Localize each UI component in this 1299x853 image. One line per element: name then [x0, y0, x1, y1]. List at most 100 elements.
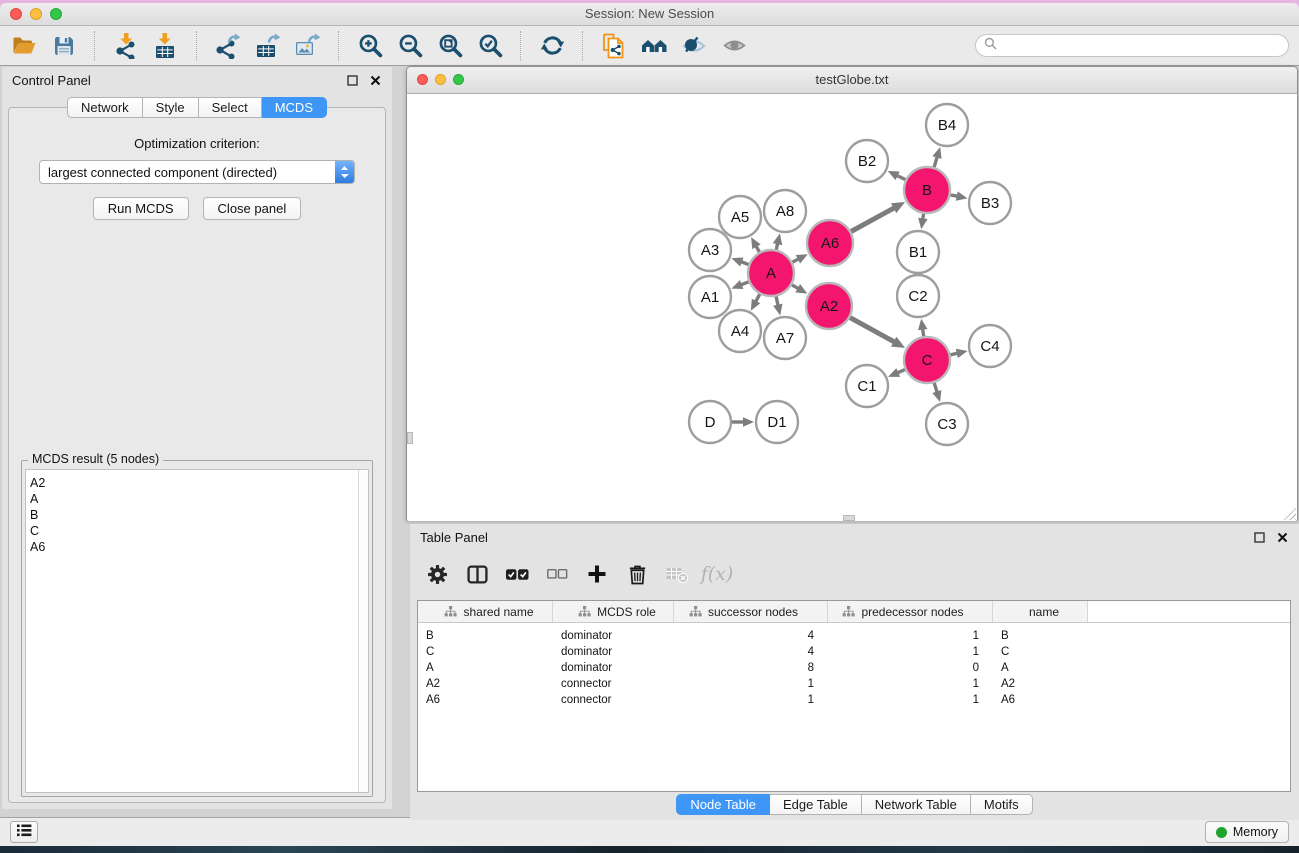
- column-label: shared name: [463, 605, 533, 619]
- table-cell: dominator: [553, 644, 674, 660]
- run-mcds-button[interactable]: Run MCDS: [93, 197, 189, 220]
- graph-edge-B-B2[interactable]: [897, 175, 906, 179]
- table-row[interactable]: Adominator80A: [418, 660, 1290, 676]
- network-window-title: testGlobe.txt: [407, 72, 1297, 87]
- column-header-MCDS-role[interactable]: MCDS role: [553, 601, 674, 622]
- tab-mcds[interactable]: MCDS: [262, 97, 327, 118]
- close-table-panel-icon[interactable]: [1276, 531, 1289, 544]
- float-table-panel-icon[interactable]: [1253, 531, 1266, 544]
- mcds-result-list[interactable]: A2ABCA6: [25, 469, 369, 793]
- table-header-row: shared name MCDS rolesuccessor nodesprede…: [418, 601, 1290, 623]
- graph-edge-A-A2[interactable]: [792, 285, 799, 289]
- save-session-icon: [52, 34, 76, 58]
- table-options-button[interactable]: [422, 559, 452, 589]
- refresh-layout-button[interactable]: [534, 30, 570, 62]
- graph-edge-A-A3[interactable]: [741, 262, 749, 265]
- tab-network[interactable]: Network: [67, 97, 143, 118]
- column-header-name[interactable]: name: [993, 601, 1088, 622]
- graph-edge-A-A7[interactable]: [776, 297, 778, 306]
- select-all-columns-button[interactable]: [502, 559, 532, 589]
- graph-node-label: A8: [776, 203, 794, 220]
- network-window-title-bar[interactable]: testGlobe.txt: [407, 67, 1297, 94]
- graph-node-label: C2: [908, 288, 927, 305]
- graph-edge-C-C1[interactable]: [897, 370, 905, 373]
- export-image-button[interactable]: [290, 30, 326, 62]
- graph-edge-C-C3[interactable]: [934, 383, 937, 393]
- float-panel-icon[interactable]: [346, 74, 359, 87]
- result-list-scrollbar[interactable]: [358, 470, 368, 792]
- mcds-result-item[interactable]: C: [26, 523, 368, 539]
- window-title: Session: New Session: [0, 6, 1299, 21]
- mcds-result-item[interactable]: B: [26, 507, 368, 523]
- tab-edge-table[interactable]: Edge Table: [770, 794, 862, 815]
- table-cell: B: [418, 628, 553, 644]
- table-row[interactable]: Bdominator41B: [418, 628, 1290, 644]
- function-builder-icon: f(x): [701, 563, 734, 585]
- close-panel-button[interactable]: Close panel: [203, 197, 302, 220]
- import-table-button[interactable]: [148, 30, 184, 62]
- graph-node-label: C1: [857, 378, 876, 395]
- mcds-result-item[interactable]: A: [26, 491, 368, 507]
- import-network-button[interactable]: [108, 30, 144, 62]
- graph-edge-arrowhead: [932, 147, 941, 159]
- show-details-button[interactable]: [716, 30, 752, 62]
- graph-edge-B-B4[interactable]: [934, 157, 937, 168]
- graph-edge-A6-B[interactable]: [851, 208, 894, 232]
- unselect-all-columns-button[interactable]: [542, 559, 572, 589]
- open-file-button[interactable]: [6, 30, 42, 62]
- table-row[interactable]: A2connector11A2: [418, 676, 1290, 692]
- mcds-result-item[interactable]: A6: [26, 539, 368, 555]
- delete-columns-button[interactable]: [622, 559, 652, 589]
- graph-node-label: C: [922, 352, 933, 369]
- graph-edge-A2-C[interactable]: [850, 318, 895, 343]
- zoom-fit-button[interactable]: [432, 30, 468, 62]
- column-header-shared-name[interactable]: shared name: [418, 601, 553, 622]
- new-network-from-selection-icon: [601, 33, 627, 59]
- column-header-successor-nodes[interactable]: successor nodes: [674, 601, 828, 622]
- zoom-out-button[interactable]: [392, 30, 428, 62]
- tab-select[interactable]: Select: [199, 97, 262, 118]
- dropdown-stepper-icon: [335, 161, 354, 183]
- new-network-from-selection-button[interactable]: [596, 30, 632, 62]
- import-network-icon: [113, 33, 139, 59]
- network-canvas[interactable]: B4B2BB3A8A5A6B1A3AA1C2A2A4A7C4CC1C3DD1: [407, 94, 1297, 521]
- main-title-bar[interactable]: Session: New Session: [0, 3, 1299, 26]
- show-tasks-button[interactable]: [10, 821, 38, 843]
- main-toolbar: [0, 26, 1299, 66]
- column-header-predecessor-nodes[interactable]: predecessor nodes: [828, 601, 993, 622]
- graph-edge-C-C4[interactable]: [950, 353, 957, 355]
- table-row[interactable]: A6connector11A6: [418, 692, 1290, 708]
- graph-edge-A-A6[interactable]: [792, 259, 798, 262]
- close-panel-icon[interactable]: [369, 74, 382, 87]
- create-column-button[interactable]: [582, 559, 612, 589]
- first-neighbors-button[interactable]: [636, 30, 672, 62]
- zoom-in-button[interactable]: [352, 30, 388, 62]
- hide-details-button[interactable]: [676, 30, 712, 62]
- zoom-selected-button[interactable]: [472, 30, 508, 62]
- memory-button[interactable]: Memory: [1205, 821, 1289, 843]
- graph-edge-B-B3[interactable]: [951, 195, 958, 196]
- show-columns-button[interactable]: [462, 559, 492, 589]
- graph-edge-A-A5[interactable]: [756, 246, 759, 252]
- export-table-button[interactable]: [250, 30, 286, 62]
- optimization-criterion-select[interactable]: largest connected component (directed): [39, 160, 355, 184]
- graph-edge-A-A1[interactable]: [741, 282, 749, 285]
- control-panel-header: Control Panel: [2, 67, 392, 93]
- show-details-icon: [722, 33, 747, 58]
- canvas-vertical-scrollbar-thumb[interactable]: [407, 432, 413, 444]
- tab-style[interactable]: Style: [143, 97, 199, 118]
- search-input[interactable]: [1001, 38, 1280, 54]
- export-network-button[interactable]: [210, 30, 246, 62]
- table-cell: A6: [993, 692, 1088, 708]
- tab-motifs[interactable]: Motifs: [971, 794, 1033, 815]
- canvas-horizontal-scrollbar-thumb[interactable]: [843, 515, 855, 521]
- graph-edge-C-C2[interactable]: [923, 329, 924, 337]
- graph-edge-A-A4[interactable]: [756, 294, 760, 302]
- graph-edge-A-A8[interactable]: [776, 243, 777, 249]
- save-session-button[interactable]: [46, 30, 82, 62]
- create-column-icon: [587, 564, 607, 584]
- mcds-result-item[interactable]: A2: [26, 475, 368, 491]
- tab-network-table[interactable]: Network Table: [862, 794, 971, 815]
- table-row[interactable]: Cdominator41C: [418, 644, 1290, 660]
- tab-node-table[interactable]: Node Table: [676, 794, 770, 815]
